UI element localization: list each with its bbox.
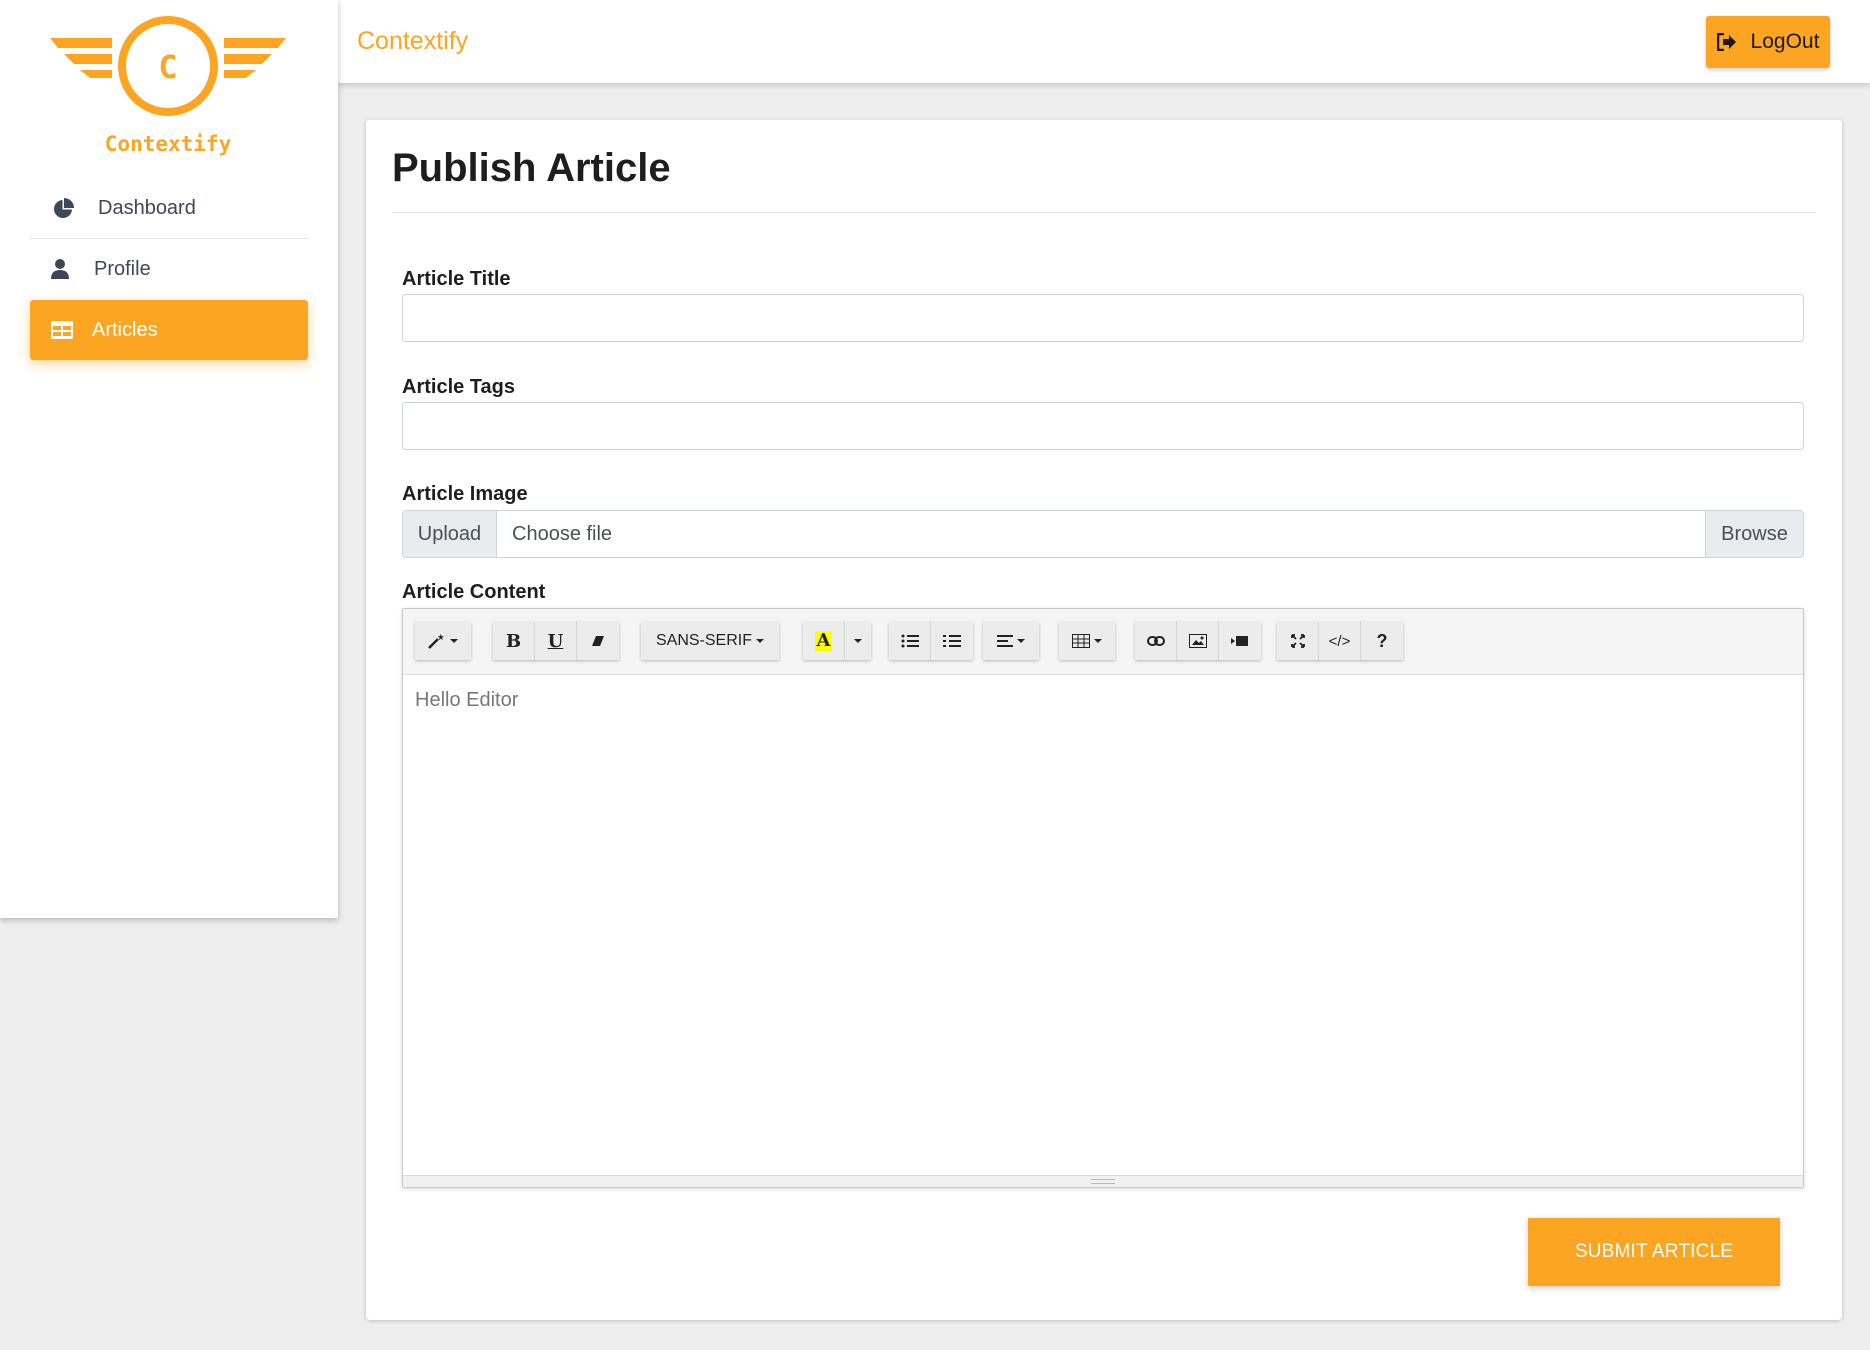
article-content-label: Article Content [402,581,546,603]
font-family-value: SANS-SERIF [655,632,752,649]
logo-text: Contextify [104,132,232,156]
file-input-group[interactable]: Upload Choose file Browse [402,510,1804,558]
editor-toolbar: B U SANS-SERIF A </> ? [403,609,1803,675]
underline-icon[interactable]: U [535,622,577,660]
editor-resize-handle[interactable] [403,1175,1803,1187]
align-icon[interactable] [983,622,1039,660]
browse-button[interactable]: Browse [1705,511,1803,557]
table-icon [50,318,74,342]
upload-addon: Upload [403,511,497,557]
table-icon[interactable] [1059,622,1115,660]
font-family-dropdown[interactable]: SANS-SERIF [641,622,779,660]
fullscreen-icon[interactable] [1277,622,1319,660]
publish-article-card: Publish Article Article Title Article Ta… [366,120,1842,1320]
rich-text-editor: B U SANS-SERIF A </> ? Hello Editor [402,608,1804,1188]
eraser-icon[interactable] [577,622,619,660]
video-icon[interactable] [1219,622,1261,660]
contextify-logo[interactable]: C Contextify [50,10,286,160]
sidebar-item-dashboard[interactable]: Dashboard [30,178,308,238]
magic-style-icon[interactable] [415,622,471,660]
sidebar-item-label: Profile [94,257,151,280]
logout-button[interactable]: LogOut [1706,16,1830,68]
sidebar-item-label: Articles [92,318,158,341]
sidebar-item-articles[interactable]: Articles [30,300,308,360]
submit-article-button[interactable]: SUBMIT ARTICLE [1528,1218,1780,1286]
ordered-list-icon[interactable] [931,622,973,660]
svg-text:C: C [158,48,177,86]
color-dropdown-icon[interactable] [845,622,871,660]
sidebar-item-label: Dashboard [98,196,196,219]
unordered-list-icon[interactable] [889,622,931,660]
article-tags-label: Article Tags [402,376,515,398]
link-icon[interactable] [1135,622,1177,660]
title-divider [392,212,1816,213]
article-title-input[interactable] [402,294,1804,342]
choose-file-field[interactable]: Choose file [497,511,1705,557]
sidebar-item-profile[interactable]: Profile [30,239,308,299]
editor-content-area[interactable]: Hello Editor [403,675,1803,1175]
page-title: Publish Article [392,146,671,190]
logo-wings-icon: C [50,16,286,116]
sidebar: C Contextify Dashboard Profile Articles [0,0,338,918]
help-icon[interactable]: ? [1361,622,1403,660]
article-title-label: Article Title [402,268,511,290]
navbar-brand[interactable]: Contextify [357,27,468,56]
logout-label: LogOut [1750,30,1820,53]
pie-chart-icon [52,196,76,220]
picture-icon[interactable] [1177,622,1219,660]
code-view-icon[interactable]: </> [1319,622,1361,660]
sign-out-icon [1716,33,1737,51]
article-image-label: Article Image [402,483,528,505]
article-tags-input[interactable] [402,402,1804,450]
bold-icon[interactable]: B [493,622,535,660]
text-color-icon[interactable]: A [803,622,845,660]
user-icon [48,257,72,281]
top-navbar: Contextify LogOut [338,0,1870,83]
